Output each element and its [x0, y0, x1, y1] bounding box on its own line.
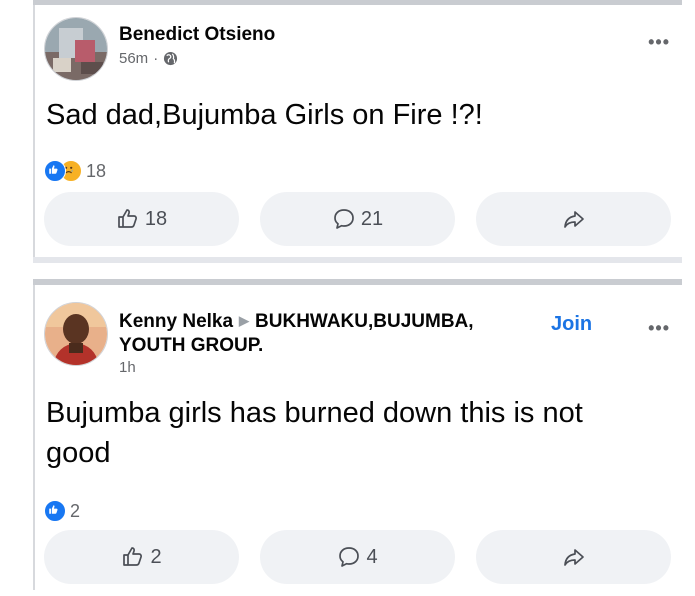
post-meta: 1h	[119, 359, 136, 376]
author-link[interactable]: Kenny Nelka	[119, 311, 233, 332]
share-button[interactable]	[476, 192, 671, 246]
triangle-right-icon: ▶	[239, 313, 250, 328]
group-name-line2[interactable]: YOUTH GROUP.	[119, 334, 263, 357]
post-card: Benedict Otsieno 56m · ••• Sad dad,Bujum…	[33, 5, 682, 257]
like-icon	[123, 547, 143, 566]
like-reaction-icon	[44, 160, 66, 182]
like-reaction-icon	[44, 500, 66, 522]
like-icon	[118, 209, 137, 228]
author-name[interactable]: Benedict Otsieno	[119, 23, 275, 46]
comment-icon	[339, 547, 360, 567]
post-card: Kenny Nelka ▶ BUKHWAKU,BUJUMBA, YOUTH GROU…	[33, 285, 682, 590]
post-time[interactable]: 1h	[119, 359, 136, 376]
post-time[interactable]: 56m	[119, 50, 148, 67]
share-icon	[563, 211, 584, 228]
group-name-line1[interactable]: BUKHWAKU,BUJUMBA,	[255, 311, 474, 332]
meta-separator: ·	[153, 50, 159, 67]
card-left-border	[33, 5, 35, 257]
post-text: Sad dad,Bujumba Girls on Fire !?!	[46, 99, 483, 131]
comment-icon	[334, 209, 354, 229]
like-count: 18	[144, 207, 168, 230]
post-actions: 2 4	[44, 530, 673, 584]
post-text: Bujumba girls has burned down this is no…	[46, 393, 676, 473]
author-name: Kenny Nelka ▶ BUKHWAKU,BUJUMBA,	[119, 309, 474, 333]
more-options-icon[interactable]: •••	[648, 32, 670, 53]
like-button[interactable]: 18	[44, 192, 239, 246]
share-icon	[563, 549, 584, 566]
post-meta: 56m ·	[119, 50, 178, 67]
post-actions: 18 21	[44, 192, 673, 246]
post-divider	[33, 257, 682, 263]
like-button[interactable]: 2	[44, 530, 239, 584]
share-button[interactable]	[476, 530, 671, 584]
card-left-border	[33, 285, 35, 590]
post-text-line1: Bujumba girls has burned down this is no…	[46, 397, 583, 429]
comment-count: 4	[366, 545, 378, 568]
author-avatar[interactable]	[44, 17, 108, 81]
join-group-button[interactable]: Join	[551, 313, 592, 336]
globe-icon	[164, 51, 178, 66]
comment-button[interactable]: 21	[260, 192, 455, 246]
comment-button[interactable]: 4	[260, 530, 455, 584]
author-avatar[interactable]	[44, 302, 108, 366]
reactions-summary[interactable]: 2	[44, 500, 80, 522]
like-count: 2	[150, 545, 162, 568]
reaction-count: 18	[86, 160, 107, 181]
comment-count: 21	[360, 207, 384, 230]
reactions-summary[interactable]: 18	[44, 160, 106, 182]
reaction-count: 2	[70, 500, 81, 521]
post-text-line2: good	[46, 437, 111, 469]
more-options-icon[interactable]: •••	[648, 318, 670, 339]
